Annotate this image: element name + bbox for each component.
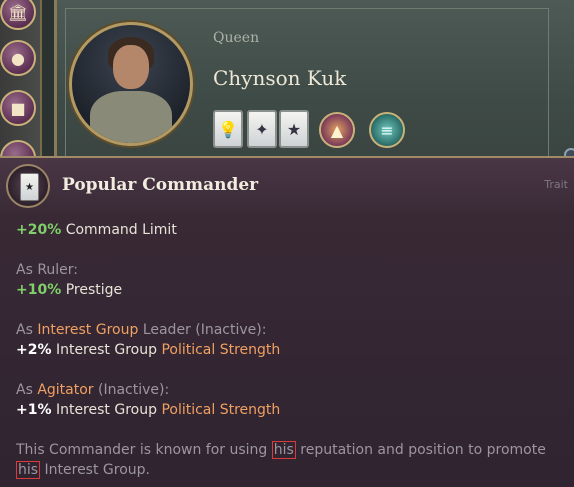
heading-rest: (Inactive):	[98, 382, 170, 398]
trait-tooltip: ★ Popular Commander Trait +20% Command L…	[0, 156, 574, 487]
character-title: Queen	[213, 30, 260, 46]
effect-ig-strength: +2% Interest Group Political Strength	[16, 342, 280, 358]
effect-value: +1%	[16, 402, 52, 418]
ideology-icon[interactable]: ≡	[369, 112, 405, 148]
trait-description: This Commander is known for using his re…	[16, 440, 572, 480]
effect-value: +10%	[16, 282, 62, 298]
agitator-heading: As Agitator (Inactive):	[16, 382, 169, 398]
pronoun-highlight: his	[271, 441, 296, 459]
effect-value: +20%	[16, 222, 62, 238]
effect-agitator-strength: +1% Interest Group Political Strength	[16, 402, 280, 418]
heading-as: As	[16, 322, 33, 338]
factory-icon[interactable]: ■	[0, 90, 36, 126]
character-panel: Queen Chynson Kuk 💡 ✦ ★ ▲ ≡	[54, 0, 574, 160]
heading-as: As	[16, 382, 33, 398]
desc-text: reputation and position to promote	[295, 442, 546, 458]
government-building-icon[interactable]: 🏛	[0, 0, 36, 30]
ig-leader-heading: As Interest Group Leader (Inactive):	[16, 322, 266, 338]
tooltip-title: Popular Commander	[62, 175, 259, 195]
character-portrait[interactable]	[69, 22, 193, 146]
effect-value: +2%	[16, 342, 52, 358]
effect-command-limit: +20% Command Limit	[16, 222, 177, 238]
left-icon-strip: 🏛 ● ■	[0, 0, 42, 176]
coins-icon[interactable]: ●	[0, 40, 36, 76]
character-name: Chynson Kuk	[213, 66, 347, 90]
effect-label: Command Limit	[65, 222, 177, 238]
desc-text: This Commander is known for using	[16, 442, 272, 458]
political-strength-link[interactable]: Political Strength	[161, 402, 280, 418]
interest-group-link[interactable]: Interest Group	[37, 322, 138, 338]
desc-text: Interest Group.	[40, 462, 150, 478]
portrait-body	[90, 91, 172, 143]
interest-group-icon[interactable]: ▲	[319, 112, 355, 148]
commander-icon[interactable]: ★	[279, 110, 309, 148]
effect-label: Interest Group	[55, 402, 157, 418]
political-strength-link[interactable]: Political Strength	[161, 342, 280, 358]
effect-label: Prestige	[65, 282, 123, 298]
agitator-link[interactable]: Agitator	[37, 382, 93, 398]
lightbulb-icon[interactable]: 💡	[213, 110, 243, 148]
commander-card-icon: ★	[20, 173, 39, 201]
pronoun-highlight: his	[16, 461, 41, 479]
effect-label: Interest Group	[55, 342, 157, 358]
portrait-face	[113, 45, 149, 89]
heading-rest: Leader (Inactive):	[142, 322, 267, 338]
effect-prestige: +10% Prestige	[16, 282, 122, 298]
tooltip-header: ★ Popular Commander Trait	[0, 158, 574, 212]
ruler-heading: As Ruler:	[16, 262, 79, 278]
tooltip-kind: Trait	[544, 178, 568, 191]
commander-trait-icon: ★	[6, 164, 50, 208]
sparkle-icon[interactable]: ✦	[247, 110, 277, 148]
